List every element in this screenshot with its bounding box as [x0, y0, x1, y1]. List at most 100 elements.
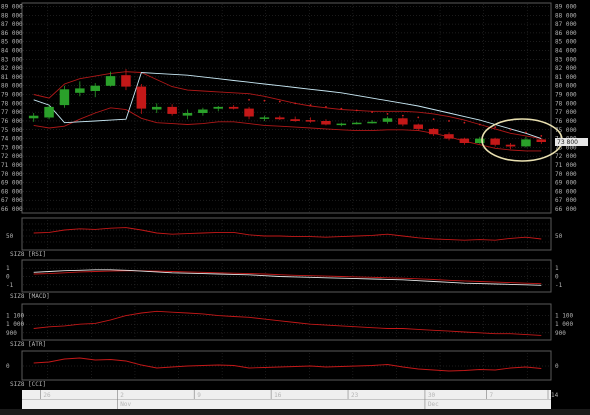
- candle-body: [121, 75, 131, 87]
- price-tick-left: 79 000: [1, 92, 23, 99]
- date-tick-day: 23: [351, 392, 359, 399]
- price-tick-left: 84 000: [1, 48, 23, 55]
- candle-body: [490, 138, 500, 145]
- candle-body: [290, 119, 300, 121]
- atr-tick-left: 1 100: [6, 313, 24, 320]
- atr-label: SIZ8 [ATR]: [10, 341, 46, 348]
- price-tick-left: 77 000: [1, 109, 23, 116]
- cci-tick-right: 0: [555, 363, 559, 370]
- price-axis-right: 89 00088 000 87 000 86 000 85 000 84 00083 0…: [555, 4, 577, 214]
- sar-dot: [386, 113, 389, 115]
- bottom-strip: [0, 409, 590, 415]
- date-tick-day: 30: [428, 392, 436, 399]
- price-tick-left: 85 000: [1, 39, 23, 46]
- price-tick-left: 83 000: [1, 56, 23, 63]
- price-tick-right: 67 000: [555, 197, 577, 204]
- price-tick-right: 82 000: [555, 65, 577, 72]
- price-tick-left: 81 000: [1, 74, 23, 81]
- price-tick-left: 75 000: [1, 127, 23, 134]
- price-tick-right: 86 000: [555, 30, 577, 37]
- sar-dot: [263, 99, 266, 102]
- sar-dot: [248, 98, 250, 101]
- last-price-label: 73 800: [557, 139, 578, 146]
- price-tick-left: 87 000: [1, 21, 23, 28]
- candle-body: [167, 106, 177, 114]
- price-tick-left: 80 000: [1, 83, 23, 90]
- rsi-tick-right: 50: [555, 233, 563, 240]
- cci-label: SIZ8 [CCI]: [10, 381, 46, 388]
- candle-body: [382, 118, 393, 122]
- macd-tick-right: 0: [555, 274, 559, 281]
- price-tick-left: 72 000: [1, 153, 23, 160]
- candle-body: [367, 121, 377, 124]
- sar-dot: [355, 109, 358, 112]
- candle-body: [28, 115, 39, 119]
- price-axis-left: 89 00088 000 87 000 86 000 85 000 84 00083 0…: [1, 4, 23, 214]
- sar-dot: [401, 114, 404, 117]
- macd-tick-right: 1: [555, 265, 559, 272]
- price-tick-right: 80 000: [555, 83, 577, 90]
- atr-tick-left: 1 000: [6, 321, 24, 328]
- sar-dot: [294, 102, 297, 105]
- candle-body: [475, 138, 485, 143]
- candle-body: [244, 108, 254, 117]
- price-tick-left: 70 000: [1, 171, 23, 178]
- atr-tick-right: 1 100: [555, 313, 573, 320]
- price-tick-right: 78 000: [555, 100, 577, 107]
- price-tick-right: 87 000: [555, 21, 577, 28]
- price-tick-left: 88 000: [1, 12, 23, 19]
- date-tick-day: 9: [197, 392, 201, 399]
- candle-body: [198, 109, 208, 113]
- price-tick-right: 88 000: [555, 12, 577, 19]
- price-tick-right: 66 000: [555, 206, 577, 213]
- date-tick-day: 14: [551, 392, 559, 399]
- candle-body: [105, 76, 116, 86]
- atr-tick-left: 900: [6, 330, 17, 337]
- candle-body: [459, 138, 470, 143]
- candle-body: [136, 86, 147, 109]
- candle-body: [505, 144, 516, 147]
- sar-dot: [494, 126, 497, 129]
- price-tick-right: 76 000: [555, 118, 577, 125]
- sar-dot: [417, 116, 420, 119]
- sar-dot: [278, 100, 281, 103]
- sar-dot: [309, 104, 312, 107]
- price-tick-left: 82 000: [1, 65, 23, 72]
- price-tick-right: 79 000: [555, 92, 577, 99]
- price-tick-right: 70 000: [555, 171, 577, 178]
- candle-body: [152, 106, 162, 110]
- price-tick-left: 86 000: [1, 30, 23, 37]
- macd-label: SIZ8 [MACD]: [10, 293, 50, 300]
- price-tick-right: 84 000: [555, 48, 577, 55]
- price-tick-left: 78 000: [1, 100, 23, 107]
- macd-tick-left: 0: [6, 274, 10, 281]
- candle-body: [321, 121, 331, 125]
- sar-dot: [509, 128, 512, 131]
- price-tick-right: 69 000: [555, 180, 577, 187]
- last-price-marker: 73 800: [555, 138, 588, 146]
- date-tick-day: 26: [43, 392, 51, 399]
- candle-body: [259, 117, 270, 119]
- trading-chart: 89 00088 00087 00086 00085 00084 00083 0…: [0, 0, 590, 415]
- rsi-label: SIZ8 [RSI]: [10, 251, 46, 258]
- price-tick-left: 68 000: [1, 188, 23, 195]
- price-tick-right: 85 000: [555, 39, 577, 46]
- price-tick-left: 74 000: [1, 136, 23, 143]
- candle-body: [352, 122, 362, 125]
- sar-dot: [340, 107, 343, 110]
- rsi-tick-left: 50: [6, 233, 14, 240]
- cci-tick-left: 0: [6, 363, 10, 370]
- price-tick-left: 76 000: [1, 118, 23, 125]
- date-month-label: Nov: [120, 401, 131, 408]
- macd-tick-left: -1: [6, 282, 14, 289]
- candle-body: [90, 85, 100, 91]
- atr-tick-right: 900: [555, 330, 566, 337]
- sar-dot: [371, 111, 374, 114]
- price-tick-left: 69 000: [1, 180, 23, 187]
- candle-body: [228, 106, 239, 109]
- candle-body: [428, 128, 439, 135]
- date-tick-day: 2: [120, 392, 124, 399]
- date-month-label: Dec: [428, 401, 439, 408]
- price-tick-right: 83 000: [555, 56, 577, 63]
- candle-body: [305, 120, 316, 122]
